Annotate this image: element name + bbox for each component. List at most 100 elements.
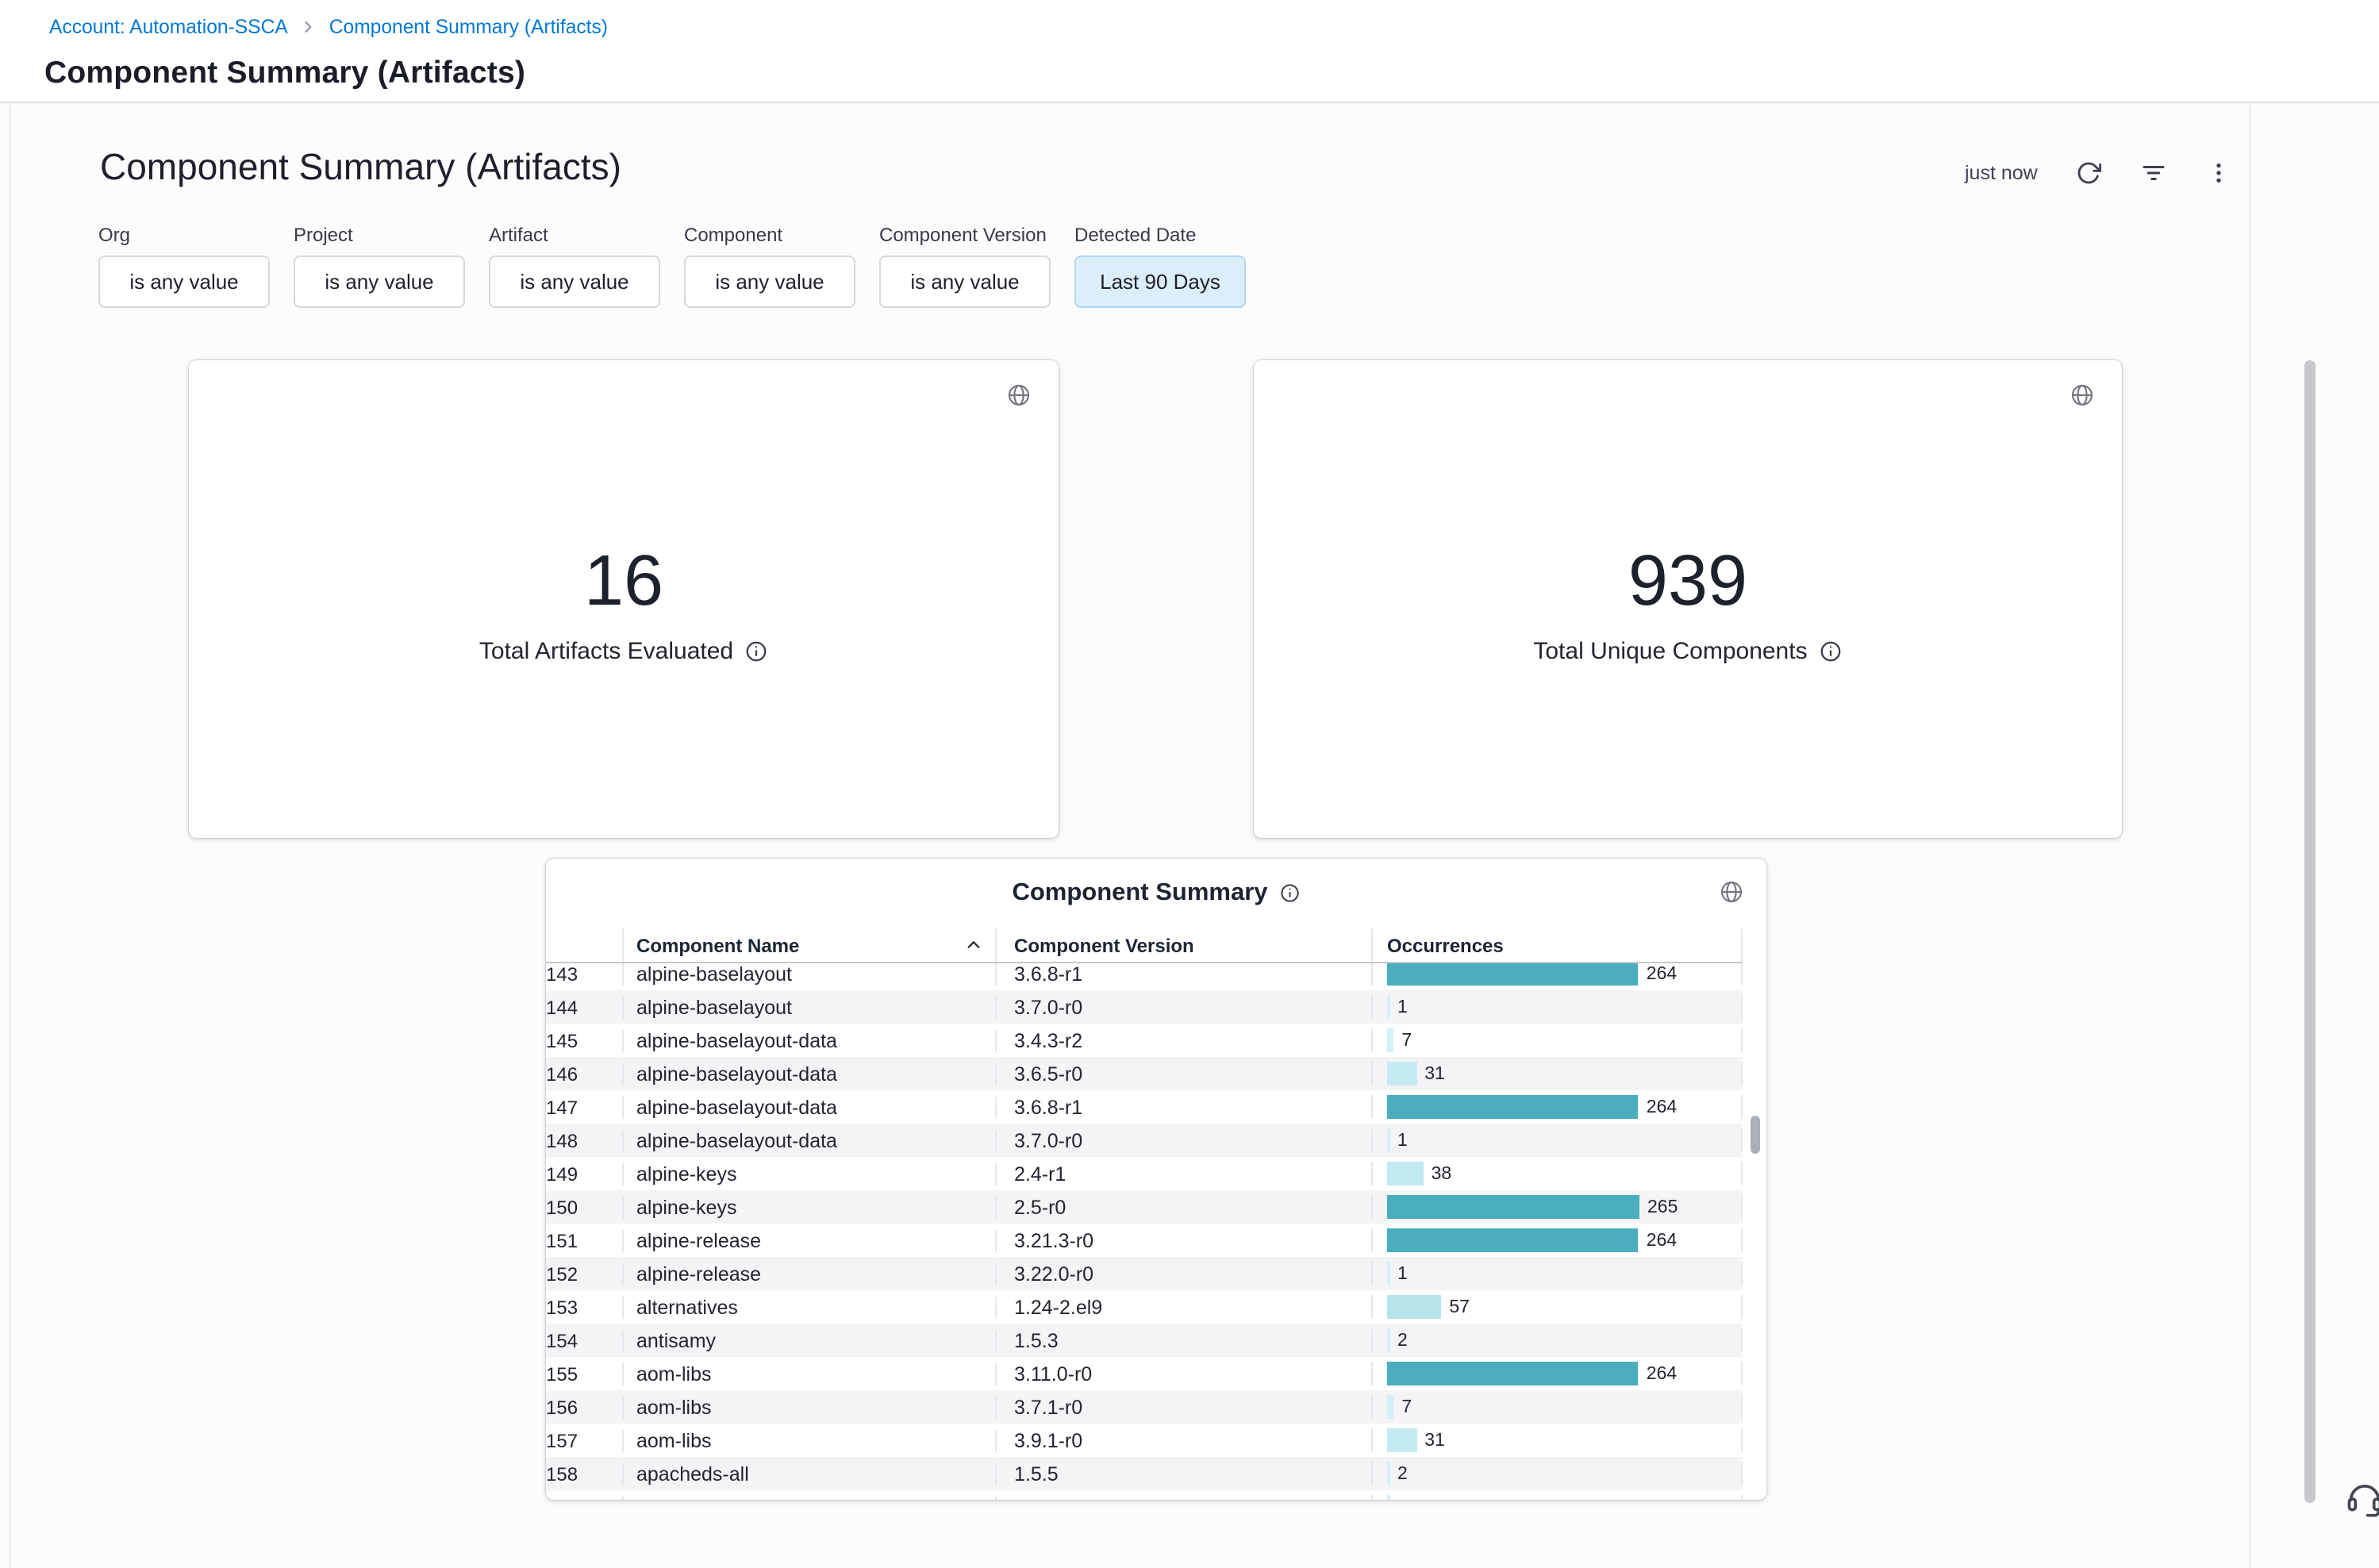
table-row: 155aom-libs3.11.0-r0264 [546, 1357, 1743, 1390]
filter-label-artifact: Artifact [489, 224, 660, 246]
info-icon[interactable] [744, 640, 768, 663]
table-viewport: 143alpine-baselayout3.6.8-r1264144alpine… [546, 963, 1743, 1500]
row-number-cell: 151 [546, 1229, 622, 1251]
row-number-cell: 154 [546, 1329, 622, 1351]
more-options-button[interactable] [2206, 160, 2231, 186]
panel-border-right [2249, 105, 2250, 1568]
filter-value-component-version[interactable]: is any value [879, 256, 1051, 308]
filter-group-artifact: Artifact is any value [489, 224, 660, 308]
occurrence-bar [1387, 1228, 1639, 1252]
filter-value-component[interactable]: is any value [684, 256, 855, 308]
kebab-menu-icon [2206, 160, 2231, 186]
page-scrollbar-thumb[interactable] [2304, 360, 2316, 1503]
tile-total-artifacts-evaluated: 16 Total Artifacts Evaluated [189, 360, 1059, 838]
occurrence-bar [1387, 1195, 1639, 1219]
component-name-cell: apacheds-bootstrap-extract [622, 1496, 995, 1500]
occurrences-cell: 264 [1371, 963, 1743, 986]
component-version-cell: 1.24-2.el9 [995, 1296, 1371, 1318]
occurrence-bar [1387, 1062, 1416, 1086]
column-header-component-version[interactable]: Component Version [995, 928, 1371, 962]
occurrence-bar [1387, 1462, 1389, 1485]
occurrences-cell: 265 [1371, 1195, 1743, 1219]
filter-button[interactable] [2139, 159, 2168, 187]
filter-value-detected-date[interactable]: Last 90 Days [1074, 256, 1246, 308]
component-version-cell: 3.11.0-r0 [995, 1362, 1371, 1385]
component-name-cell: aom-libs [622, 1396, 995, 1418]
component-name-cell: apacheds-all [622, 1462, 995, 1485]
column-header-component-name[interactable]: Component Name [622, 928, 995, 962]
component-name-cell: alpine-baselayout [622, 963, 995, 985]
component-name-cell: alpine-baselayout [622, 996, 995, 1018]
filter-bar: Org is any value Project is any value Ar… [98, 224, 1246, 308]
occurrences-cell: 7 [1371, 1395, 1743, 1419]
component-version-cell: 1.5.3 [995, 1329, 1371, 1351]
row-number-cell: 144 [546, 996, 622, 1018]
table-row: 145alpine-baselayout-data3.4.3-r27 [546, 1024, 1743, 1057]
occurrence-value: 1 [1397, 1131, 1408, 1150]
component-version-cell: 1.5.5 [995, 1496, 1371, 1500]
refresh-button[interactable] [2076, 160, 2101, 186]
filter-group-component: Component is any value [684, 224, 855, 308]
component-version-cell: 2.4-r1 [995, 1163, 1371, 1185]
component-version-cell: 3.6.8-r1 [995, 963, 1371, 985]
occurrence-value: 38 [1432, 1164, 1452, 1183]
occurrences-cell: 38 [1371, 1162, 1743, 1186]
occurrence-bar [1387, 1328, 1389, 1352]
breadcrumb-account-link[interactable]: Account: Automation-SSCA [49, 16, 288, 38]
occurrence-value: 264 [1647, 964, 1677, 983]
component-version-cell: 3.7.1-r0 [995, 1396, 1371, 1418]
row-number-cell: 149 [546, 1163, 622, 1185]
support-headset-icon[interactable] [2344, 1478, 2379, 1519]
component-summary-card: Component Summary Component Name Compone… [546, 859, 1766, 1500]
table-title: Component Summary [1012, 879, 1267, 908]
filter-value-project[interactable]: is any value [294, 256, 465, 308]
table-row: 152alpine-release3.22.0-r01 [546, 1257, 1743, 1290]
column-header-row-number [546, 928, 622, 962]
occurrence-bar [1387, 1028, 1393, 1052]
occurrence-bar [1387, 1428, 1416, 1452]
panel-border-left [10, 105, 11, 1568]
occurrences-cell: 1 [1371, 995, 1743, 1019]
dashboard-title: Component Summary (Artifacts) [100, 146, 621, 189]
top-header: Account: Automation-SSCA Component Summa… [0, 0, 2379, 103]
breadcrumb: Account: Automation-SSCA Component Summa… [49, 16, 608, 38]
occurrence-bar [1387, 995, 1389, 1019]
occurrence-value: 1 [1397, 997, 1408, 1017]
last-refreshed-label: just now [1965, 162, 2038, 184]
globe-icon[interactable] [1006, 382, 1032, 408]
table-title-row: Component Summary [546, 859, 1766, 928]
occurrences-cell: 31 [1371, 1062, 1743, 1086]
table-scrollbar-thumb[interactable] [1751, 1116, 1760, 1154]
breadcrumb-page-link[interactable]: Component Summary (Artifacts) [329, 16, 608, 38]
component-name-cell: alpine-release [622, 1262, 995, 1285]
occurrences-cell: 57 [1371, 1295, 1743, 1319]
app-window: Account: Automation-SSCA Component Summa… [0, 0, 2379, 1568]
component-version-cell: 1.5.5 [995, 1462, 1371, 1485]
component-name-cell: alpine-baselayout-data [622, 1096, 995, 1118]
table-row: 150alpine-keys2.5-r0265 [546, 1190, 1743, 1224]
component-version-cell: 2.5-r0 [995, 1196, 1371, 1218]
column-header-occurrences[interactable]: Occurrences [1371, 928, 1743, 962]
component-version-cell: 3.6.5-r0 [995, 1063, 1371, 1085]
occurrence-bar [1387, 1095, 1639, 1119]
component-name-cell: alternatives [622, 1296, 995, 1318]
row-number-cell: 152 [546, 1262, 622, 1285]
column-header-label: Component Name [636, 934, 799, 956]
filter-value-artifact[interactable]: is any value [489, 256, 660, 308]
tile-value: 16 [189, 543, 1059, 619]
tile-label-row: Total Unique Components [1254, 638, 2122, 665]
row-number-cell: 147 [546, 1096, 622, 1118]
occurrence-value: 2 [1397, 1464, 1408, 1483]
info-icon[interactable] [1819, 640, 1843, 663]
filter-value-org[interactable]: is any value [98, 256, 270, 308]
sort-ascending-icon [965, 936, 982, 954]
info-icon[interactable] [1279, 883, 1301, 905]
occurrences-cell: 264 [1371, 1362, 1743, 1385]
occurrences-cell: 2 [1371, 1328, 1743, 1352]
occurrence-value: 264 [1647, 1231, 1677, 1250]
occurrence-value: 31 [1424, 1431, 1445, 1450]
filter-label-org: Org [98, 224, 270, 246]
filter-group-component-version: Component Version is any value [879, 224, 1051, 308]
globe-icon[interactable] [2070, 382, 2095, 408]
table-row: 148alpine-baselayout-data3.7.0-r01 [546, 1124, 1743, 1157]
